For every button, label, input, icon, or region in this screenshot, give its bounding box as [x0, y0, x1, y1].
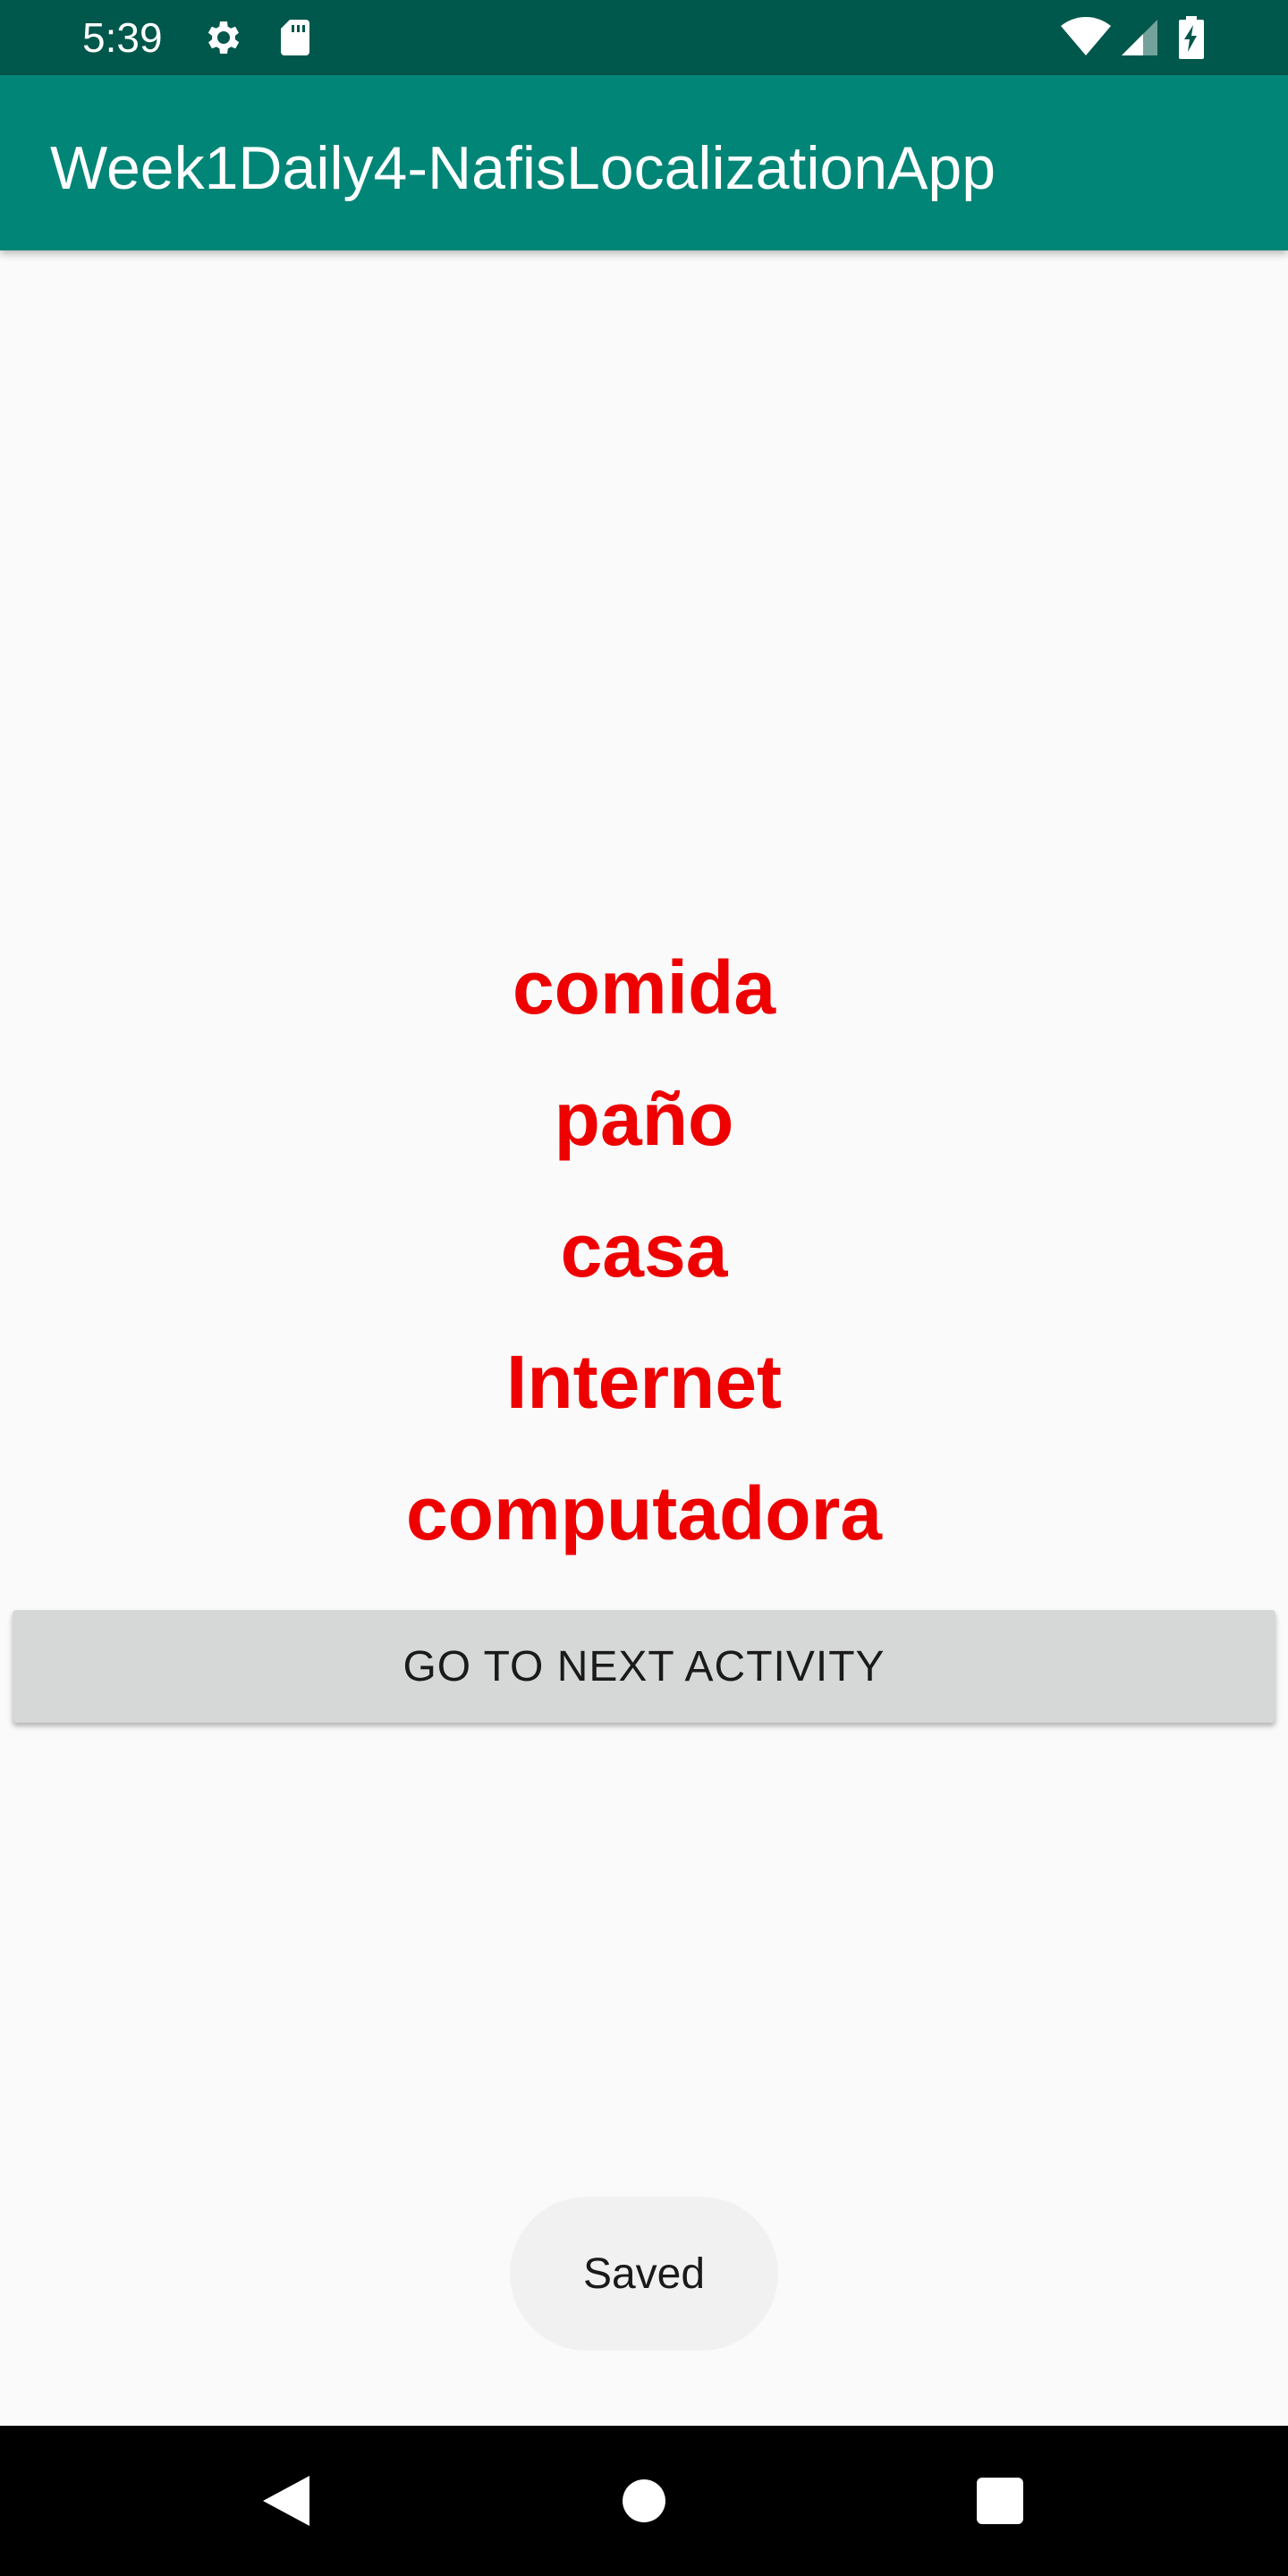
- app-bar: Week1Daily4-NafisLocalizationApp: [0, 75, 1288, 250]
- navigation-bar: [0, 2426, 1288, 2576]
- signal-icon: [1118, 16, 1161, 59]
- battery-charging-icon: [1175, 16, 1208, 59]
- word-casa: casa: [560, 1208, 728, 1292]
- go-to-next-activity-button[interactable]: GO TO NEXT ACTIVITY: [13, 1610, 1275, 1723]
- gear-icon: [202, 16, 245, 59]
- word-internet: Internet: [505, 1340, 783, 1424]
- sd-card-icon: [274, 16, 317, 59]
- word-computadora: computadora: [405, 1471, 883, 1555]
- wifi-icon: [1061, 16, 1111, 59]
- recents-icon[interactable]: [964, 2465, 1036, 2537]
- toast: Saved: [510, 2197, 778, 2351]
- word-pano: paño: [554, 1077, 734, 1161]
- toast-message: Saved: [582, 2250, 706, 2298]
- app-title: Week1Daily4-NafisLocalizationApp: [50, 134, 996, 202]
- back-icon[interactable]: [250, 2465, 322, 2537]
- status-time: 5:39: [82, 14, 163, 61]
- word-comida: comida: [512, 945, 776, 1030]
- screen: 5:39 Week1Daily4-NafisLocalizationApp co…: [0, 0, 1288, 2576]
- status-bar: 5:39: [0, 0, 1288, 75]
- home-icon[interactable]: [608, 2465, 680, 2537]
